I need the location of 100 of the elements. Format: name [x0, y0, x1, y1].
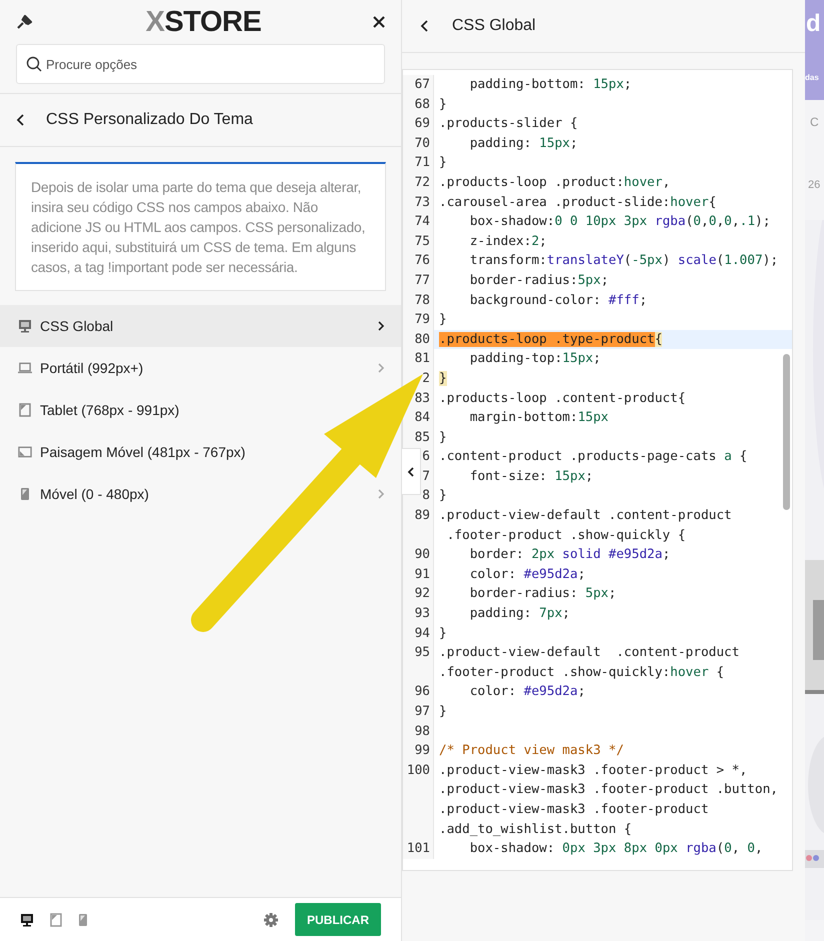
logo: XSTORE [146, 8, 262, 36]
laptop-icon [18, 362, 32, 374]
menu-item[interactable]: CSS Global [0, 305, 401, 347]
line-number: 71 [403, 153, 434, 173]
line-number: 73 [403, 192, 434, 212]
code-line: .products-loop .content-product{ [438, 390, 687, 408]
code-line: border-radius:5px; [468, 272, 610, 290]
line-number: 85 [403, 428, 434, 448]
chevron-icon [377, 488, 385, 500]
back-icon[interactable] [16, 113, 26, 127]
line-number: 100 [403, 760, 434, 840]
code-line: .products-slider { [438, 115, 579, 134]
code-line: .product-view-default .content-product [438, 644, 740, 662]
section-title: CSS Personalizado Do Tema [46, 110, 253, 130]
code-line: } [438, 428, 448, 447]
line-number: 84 [403, 408, 434, 428]
code-line: padding: 7px; [468, 605, 572, 624]
line-number: 81 [403, 349, 434, 369]
code-line: } [438, 624, 448, 643]
price-text: 26 [808, 180, 820, 191]
code-line: box-shadow: 0px 3px 8px 0px rgba(0, 0, [468, 840, 764, 858]
line-number: 67 [403, 75, 434, 95]
line-number: 89 [403, 506, 434, 546]
line-number: 72 [403, 172, 434, 193]
line-number: 76 [403, 251, 434, 271]
line-number: 98 [403, 722, 434, 742]
code-line: .add_to_wishlist.button { [438, 820, 633, 839]
line-number: 90 [403, 545, 434, 565]
code-line: border: 2px solid #e95d2a; [468, 546, 672, 564]
code-line: .product-view-default .content-product [438, 507, 733, 526]
code-line: } [438, 311, 448, 330]
line-number: 69 [403, 114, 434, 134]
code-line: } [438, 703, 448, 721]
code-line: } [438, 487, 448, 506]
code-line: padding-bottom: 15px; [468, 76, 633, 94]
code-line: .content-product .products-page-cats a { [438, 448, 748, 466]
code-line: .products-loop .product:hover, [438, 174, 672, 192]
code-line: .footer-product .show-quickly { [446, 526, 687, 545]
line-number: 75 [403, 232, 434, 252]
line-number: 78 [403, 290, 434, 310]
code-line: padding-top:15px; [468, 350, 602, 368]
line-number: 97 [403, 702, 434, 722]
chevron-left-icon [407, 466, 415, 478]
line-number: 93 [403, 604, 434, 624]
line-number: 95 [403, 643, 434, 682]
code-line: .carousel-area .product-slide:hover{ [438, 194, 718, 212]
code-line: .product-view-mask3 .footer-product .button, [438, 781, 779, 800]
line-number: 80 [403, 330, 434, 350]
tablet-icon [19, 403, 31, 417]
code-line: border-radius: 5px; [468, 585, 618, 604]
monitor-icon [18, 319, 32, 333]
code-line: /* Product view mask3 */ [438, 742, 625, 760]
phone-icon[interactable] [78, 912, 88, 926]
settings-icon[interactable] [263, 912, 279, 928]
code-line: .footer-product .show-quickly:hover { [438, 664, 726, 682]
panel-title: CSS Global [452, 16, 536, 36]
chevron-icon [377, 362, 385, 374]
code-line: box-shadow:0 0 10px 3px rgba(0,0,0,.1); [468, 213, 772, 232]
nav-text: C [810, 116, 819, 128]
tablet-icon[interactable] [50, 912, 62, 926]
menu-item[interactable]: Tablet (768px - 991px) [18, 400, 180, 420]
search-field[interactable]: Procure opções [16, 44, 385, 84]
description-text: Depois de isolar uma parte do tema que deseja alterar, insira seu código CSS nos campos abaixo. Não adicione JS ou HTML aos campos. CSS personalizado, inserido aqui, substituirá um CSS de tema. Em alguns casos, a tag !important pode ser necessária. [31, 178, 366, 277]
code-line: } [438, 96, 448, 114]
back-icon[interactable] [420, 19, 430, 33]
code-editor[interactable] [402, 69, 793, 871]
code-line: color: #e95d2a; [468, 566, 586, 584]
line-number: 92 [403, 584, 434, 604]
line-number: 101 [403, 839, 434, 859]
banner-text: d [806, 12, 821, 36]
code-line: margin-bottom:15px [468, 409, 610, 428]
menu-item[interactable]: Móvel (0 - 480px) [18, 484, 149, 504]
code-line: .product-view-mask3 .footer-product > *, [438, 762, 748, 780]
menu-item[interactable]: Portátil (992px+) [18, 358, 144, 378]
banner-text: das [805, 74, 819, 82]
line-number: 99 [403, 741, 434, 761]
collapse-button[interactable] [402, 448, 421, 495]
code-line: z-index:2; [468, 232, 548, 251]
close-icon[interactable] [372, 16, 385, 28]
search-icon [26, 56, 42, 72]
code-line: background-color: #fff; [468, 292, 648, 310]
line-number: 70 [403, 134, 434, 154]
menu-item[interactable]: Paisagem Móvel (481px - 767px) [18, 442, 246, 462]
line-number: 94 [403, 624, 434, 644]
code-line: transform:translateY(-5px) scale(1.007); [468, 252, 780, 270]
monitor-icon[interactable] [20, 912, 34, 926]
code-line: color: #e95d2a; [468, 683, 586, 702]
line-number: 68 [403, 94, 434, 114]
line-number: 96 [403, 682, 434, 702]
code-line: font-size: 15px; [468, 468, 594, 486]
line-number: 79 [403, 310, 434, 330]
line-number: 74 [403, 212, 434, 232]
code-line: padding: 15px; [468, 134, 579, 153]
code-line: } [438, 154, 448, 172]
scrollbar[interactable] [783, 354, 790, 510]
tablet-landscape-icon [18, 446, 32, 458]
line-number: 77 [403, 270, 434, 291]
phone-icon [20, 487, 30, 501]
pin-icon[interactable] [16, 14, 34, 30]
code-line: .product-view-mask3 .footer-product [438, 800, 710, 819]
